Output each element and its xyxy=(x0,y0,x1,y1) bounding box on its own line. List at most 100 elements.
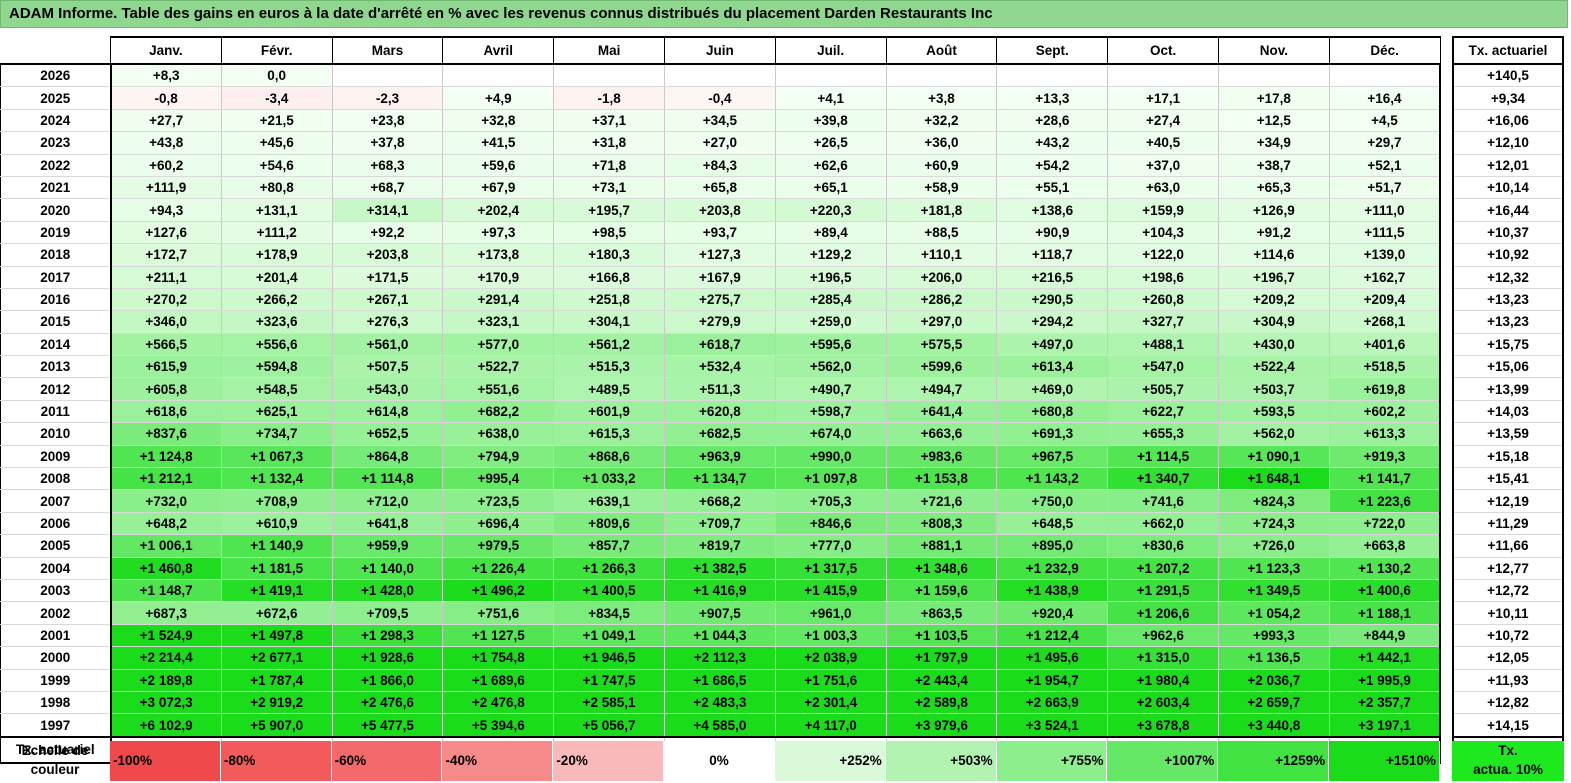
gain-cell: -1,8 xyxy=(553,86,665,110)
gain-cell: +618,6 xyxy=(110,400,222,424)
gain-cell: +577,0 xyxy=(442,333,555,357)
gain-cell: +696,4 xyxy=(442,512,555,536)
gain-cell: +1 188,1 xyxy=(1328,601,1442,625)
year-label: 2023 xyxy=(0,131,112,155)
gain-cell: +206,0 xyxy=(885,266,998,289)
gain-cell: +93,7 xyxy=(663,221,776,245)
gain-cell: +21,5 xyxy=(220,109,333,133)
gain-cell: +741,6 xyxy=(1107,489,1219,513)
gain-cell: +497,0 xyxy=(996,333,1109,357)
gain-cell: +1 132,4 xyxy=(220,467,333,491)
gain-cell: +1 141,7 xyxy=(1328,467,1442,491)
gain-cell: +1 127,5 xyxy=(442,624,555,648)
gain-cell: +561,2 xyxy=(553,333,665,357)
rate-row: +13,59 xyxy=(1452,422,1564,446)
gain-cell: +13,3 xyxy=(996,86,1109,110)
rate-cell: +16,06 xyxy=(1452,109,1564,133)
gain-cell: +4,1 xyxy=(774,86,887,110)
rate-row: +10,37 xyxy=(1452,221,1564,245)
gain-cell: +561,0 xyxy=(331,333,444,357)
gain-cell: +2 036,7 xyxy=(1217,669,1330,692)
year-label: 2015 xyxy=(0,310,112,334)
month-header: Déc. xyxy=(1328,36,1441,65)
gain-cell: +808,3 xyxy=(885,512,998,536)
gain-cell: +687,3 xyxy=(110,601,222,625)
gain-cell: +1 090,1 xyxy=(1217,445,1330,469)
gain-cell: +962,6 xyxy=(1107,624,1219,648)
gain-cell: +198,6 xyxy=(1107,266,1219,289)
gain-cell: +963,9 xyxy=(663,445,776,469)
gain-cell: +562,0 xyxy=(774,355,887,379)
gain-cell: +1 181,5 xyxy=(220,557,333,580)
rate-cell: +12,32 xyxy=(1452,266,1564,289)
month-header: Févr. xyxy=(220,36,333,65)
gain-cell: +1 747,5 xyxy=(553,669,665,692)
gain-cell: +2 038,9 xyxy=(774,646,887,670)
gain-cell: +648,5 xyxy=(996,512,1109,536)
gain-cell: +732,0 xyxy=(110,489,222,513)
gain-cell: +705,3 xyxy=(774,489,887,513)
gain-cell: +834,5 xyxy=(553,601,665,625)
rate-cell: +11,29 xyxy=(1452,512,1564,536)
rate-cell: +11,66 xyxy=(1452,534,1564,558)
gain-cell: +1 866,0 xyxy=(331,669,444,692)
table-row: 2017 +211,1 +201,4 +171,5 +170,9 +166,8 +167,9… xyxy=(0,266,1442,289)
rate-table-body: +140,5 +9,34 +16,06 +12,10 +12,01 +10,14 +16,4… xyxy=(1452,64,1564,764)
gain-cell: +1 006,1 xyxy=(110,534,222,558)
rate-cell: +10,14 xyxy=(1452,176,1564,200)
gain-cell: +615,3 xyxy=(553,422,665,446)
color-scale-step: -80% xyxy=(220,741,332,781)
gain-cell: +28,6 xyxy=(996,109,1109,133)
gain-cell: +1 797,9 xyxy=(885,646,998,670)
gain-cell: +62,6 xyxy=(774,154,887,177)
rate-cell: +10,37 xyxy=(1452,221,1564,245)
table-row: 2025 -0,8 -3,4 -2,3 +4,9 -1,8 -0,4 +4,1 +3,8 +13,… xyxy=(0,86,1442,110)
color-scale-step: -60% xyxy=(331,741,443,781)
gain-cell: +43,2 xyxy=(996,131,1109,155)
gain-cell: +37,0 xyxy=(1107,154,1219,177)
gain-cell: +297,0 xyxy=(885,310,998,334)
gain-cell: +27,0 xyxy=(663,131,776,155)
gain-cell: +680,8 xyxy=(996,400,1109,424)
gain-cell xyxy=(1107,64,1219,88)
gain-cell: +489,5 xyxy=(553,377,665,401)
month-header: Mars xyxy=(331,36,444,65)
year-label: 2010 xyxy=(0,422,112,446)
gain-cell: +89,4 xyxy=(774,221,887,245)
rate-row: +14,03 xyxy=(1452,400,1564,424)
gain-cell: +68,3 xyxy=(331,154,444,177)
gain-cell: +91,2 xyxy=(1217,221,1330,245)
gain-cell: +196,7 xyxy=(1217,266,1330,289)
gain-cell: +1 212,4 xyxy=(996,624,1109,648)
gain-cell: +993,3 xyxy=(1217,624,1330,648)
table-row: 2024 +27,7 +21,5 +23,8 +32,8 +37,1 +34,5 +39,8 +… xyxy=(0,109,1442,133)
gain-cell: +88,5 xyxy=(885,221,998,245)
gain-cell: -0,4 xyxy=(663,86,776,110)
gain-cell: +1 123,3 xyxy=(1217,557,1330,580)
gain-cell: +138,6 xyxy=(996,198,1109,222)
rate-row: +15,41 xyxy=(1452,467,1564,491)
table-row: 2000 +2 214,4 +2 677,1 +1 928,6 +1 754,8 +1 9… xyxy=(0,646,1442,670)
gain-cell: +275,7 xyxy=(663,288,776,312)
rate-row: +12,05 xyxy=(1452,646,1564,670)
gain-cell: +1 787,4 xyxy=(220,669,333,692)
gain-cell: +279,9 xyxy=(663,310,776,334)
gains-table-body: 2026 +8,3 0,0 2025 -0,8 -3,4 -2,3 +4,9 -1,8 -0,4 +… xyxy=(0,64,1442,764)
gain-cell: +837,6 xyxy=(110,422,222,446)
gain-cell: +94,3 xyxy=(110,198,222,222)
gain-cell: +1 460,8 xyxy=(110,557,222,580)
table-row: 2016 +270,2 +266,2 +267,1 +291,4 +251,8 +275,7… xyxy=(0,288,1442,312)
gain-cell: +511,3 xyxy=(663,377,776,401)
gain-cell: +1 212,1 xyxy=(110,467,222,491)
table-row: 2018 +172,7 +178,9 +203,8 +173,8 +180,3 +127,3… xyxy=(0,243,1442,267)
gain-cell: +618,7 xyxy=(663,333,776,357)
gain-cell: +73,1 xyxy=(553,176,665,200)
rate-row: +12,72 xyxy=(1452,579,1564,603)
gain-cell: +59,6 xyxy=(442,154,555,177)
rate-cell: +15,18 xyxy=(1452,445,1564,469)
gain-cell: +3 197,1 xyxy=(1328,713,1442,738)
table-row: 2020 +94,3 +131,1 +314,1 +202,4 +195,7 +203,8 +… xyxy=(0,198,1442,222)
gain-cell: +1 349,5 xyxy=(1217,579,1330,603)
color-scale-step: -40% xyxy=(442,741,554,781)
rate-row: +12,10 xyxy=(1452,131,1564,155)
